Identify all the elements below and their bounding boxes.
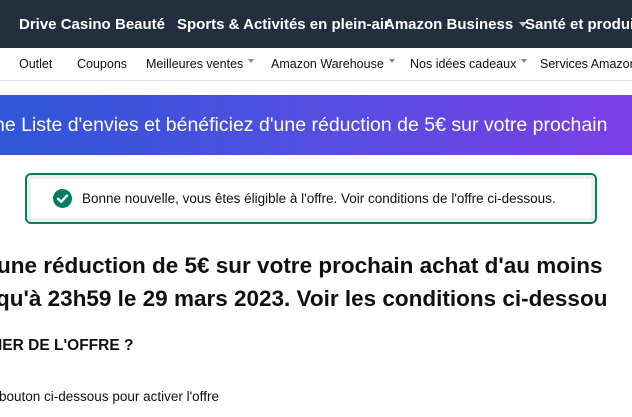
- subnav-item-outlet[interactable]: Outlet: [19, 48, 52, 80]
- alert-message: Bonne nouvelle, vous êtes éligible à l'o…: [82, 191, 556, 206]
- chevron-down-icon: [521, 58, 528, 63]
- promo-banner[interactable]: ne Liste d'envies et bénéficiez d'une ré…: [0, 95, 632, 155]
- offer-headline-line-1: une réduction de 5€ sur votre prochain a…: [0, 253, 603, 278]
- subnav-item-idees-cadeaux[interactable]: Nos idées cadeaux: [410, 48, 528, 80]
- subnav-item-services-amazon[interactable]: Services Amazon: [540, 48, 632, 80]
- offer-section-heading: IER DE L'OFFRE ?: [0, 337, 134, 354]
- subnav-item-meilleures-ventes[interactable]: Meilleures ventes: [146, 48, 255, 80]
- chevron-down-icon: [248, 58, 255, 63]
- subnav-item-amazon-warehouse[interactable]: Amazon Warehouse: [271, 48, 395, 80]
- nav-item-sports[interactable]: Sports & Activités en plein-air: [177, 0, 390, 48]
- nav-item-amazon-business[interactable]: Amazon Business: [384, 0, 528, 48]
- offer-headline-line-2: qu'à 23h59 le 29 mars 2023. Voir les con…: [0, 286, 608, 311]
- nav-item-label: Santé et produits: [525, 16, 632, 33]
- offer-instruction-text: bouton ci-dessous pour activer l'offre: [0, 389, 219, 404]
- nav-item-drive-casino[interactable]: Drive Casino: [19, 0, 111, 48]
- eligibility-alert: Bonne nouvelle, vous êtes éligible à l'o…: [25, 173, 597, 224]
- subnav-item-label: Coupons: [77, 57, 128, 71]
- nav-item-label: Beauté: [115, 16, 166, 33]
- secondary-navigation-bar: Outlet Coupons Meilleures ventes Amazon …: [0, 48, 632, 81]
- chevron-down-icon: [388, 58, 395, 63]
- nav-item-label: Amazon Business: [384, 16, 514, 33]
- nav-item-sante[interactable]: Santé et produits: [525, 0, 632, 48]
- top-navigation-bar: Drive Casino Beauté Sports & Activités e…: [0, 0, 632, 48]
- nav-item-label: Sports & Activités en plein-air: [177, 16, 390, 33]
- promo-banner-text: ne Liste d'envies et bénéficiez d'une ré…: [0, 114, 608, 136]
- subnav-item-coupons[interactable]: Coupons: [77, 48, 127, 80]
- subnav-item-label: Services Amazon: [540, 57, 632, 71]
- nav-item-label: Drive Casino: [19, 16, 111, 33]
- nav-item-beaute[interactable]: Beauté: [115, 0, 165, 48]
- subnav-item-label: Amazon Warehouse: [271, 57, 384, 71]
- subnav-item-label: Nos idées cadeaux: [410, 57, 517, 71]
- subnav-item-label: Outlet: [19, 57, 53, 71]
- check-circle-icon: [53, 189, 72, 208]
- subnav-item-label: Meilleures ventes: [146, 57, 244, 71]
